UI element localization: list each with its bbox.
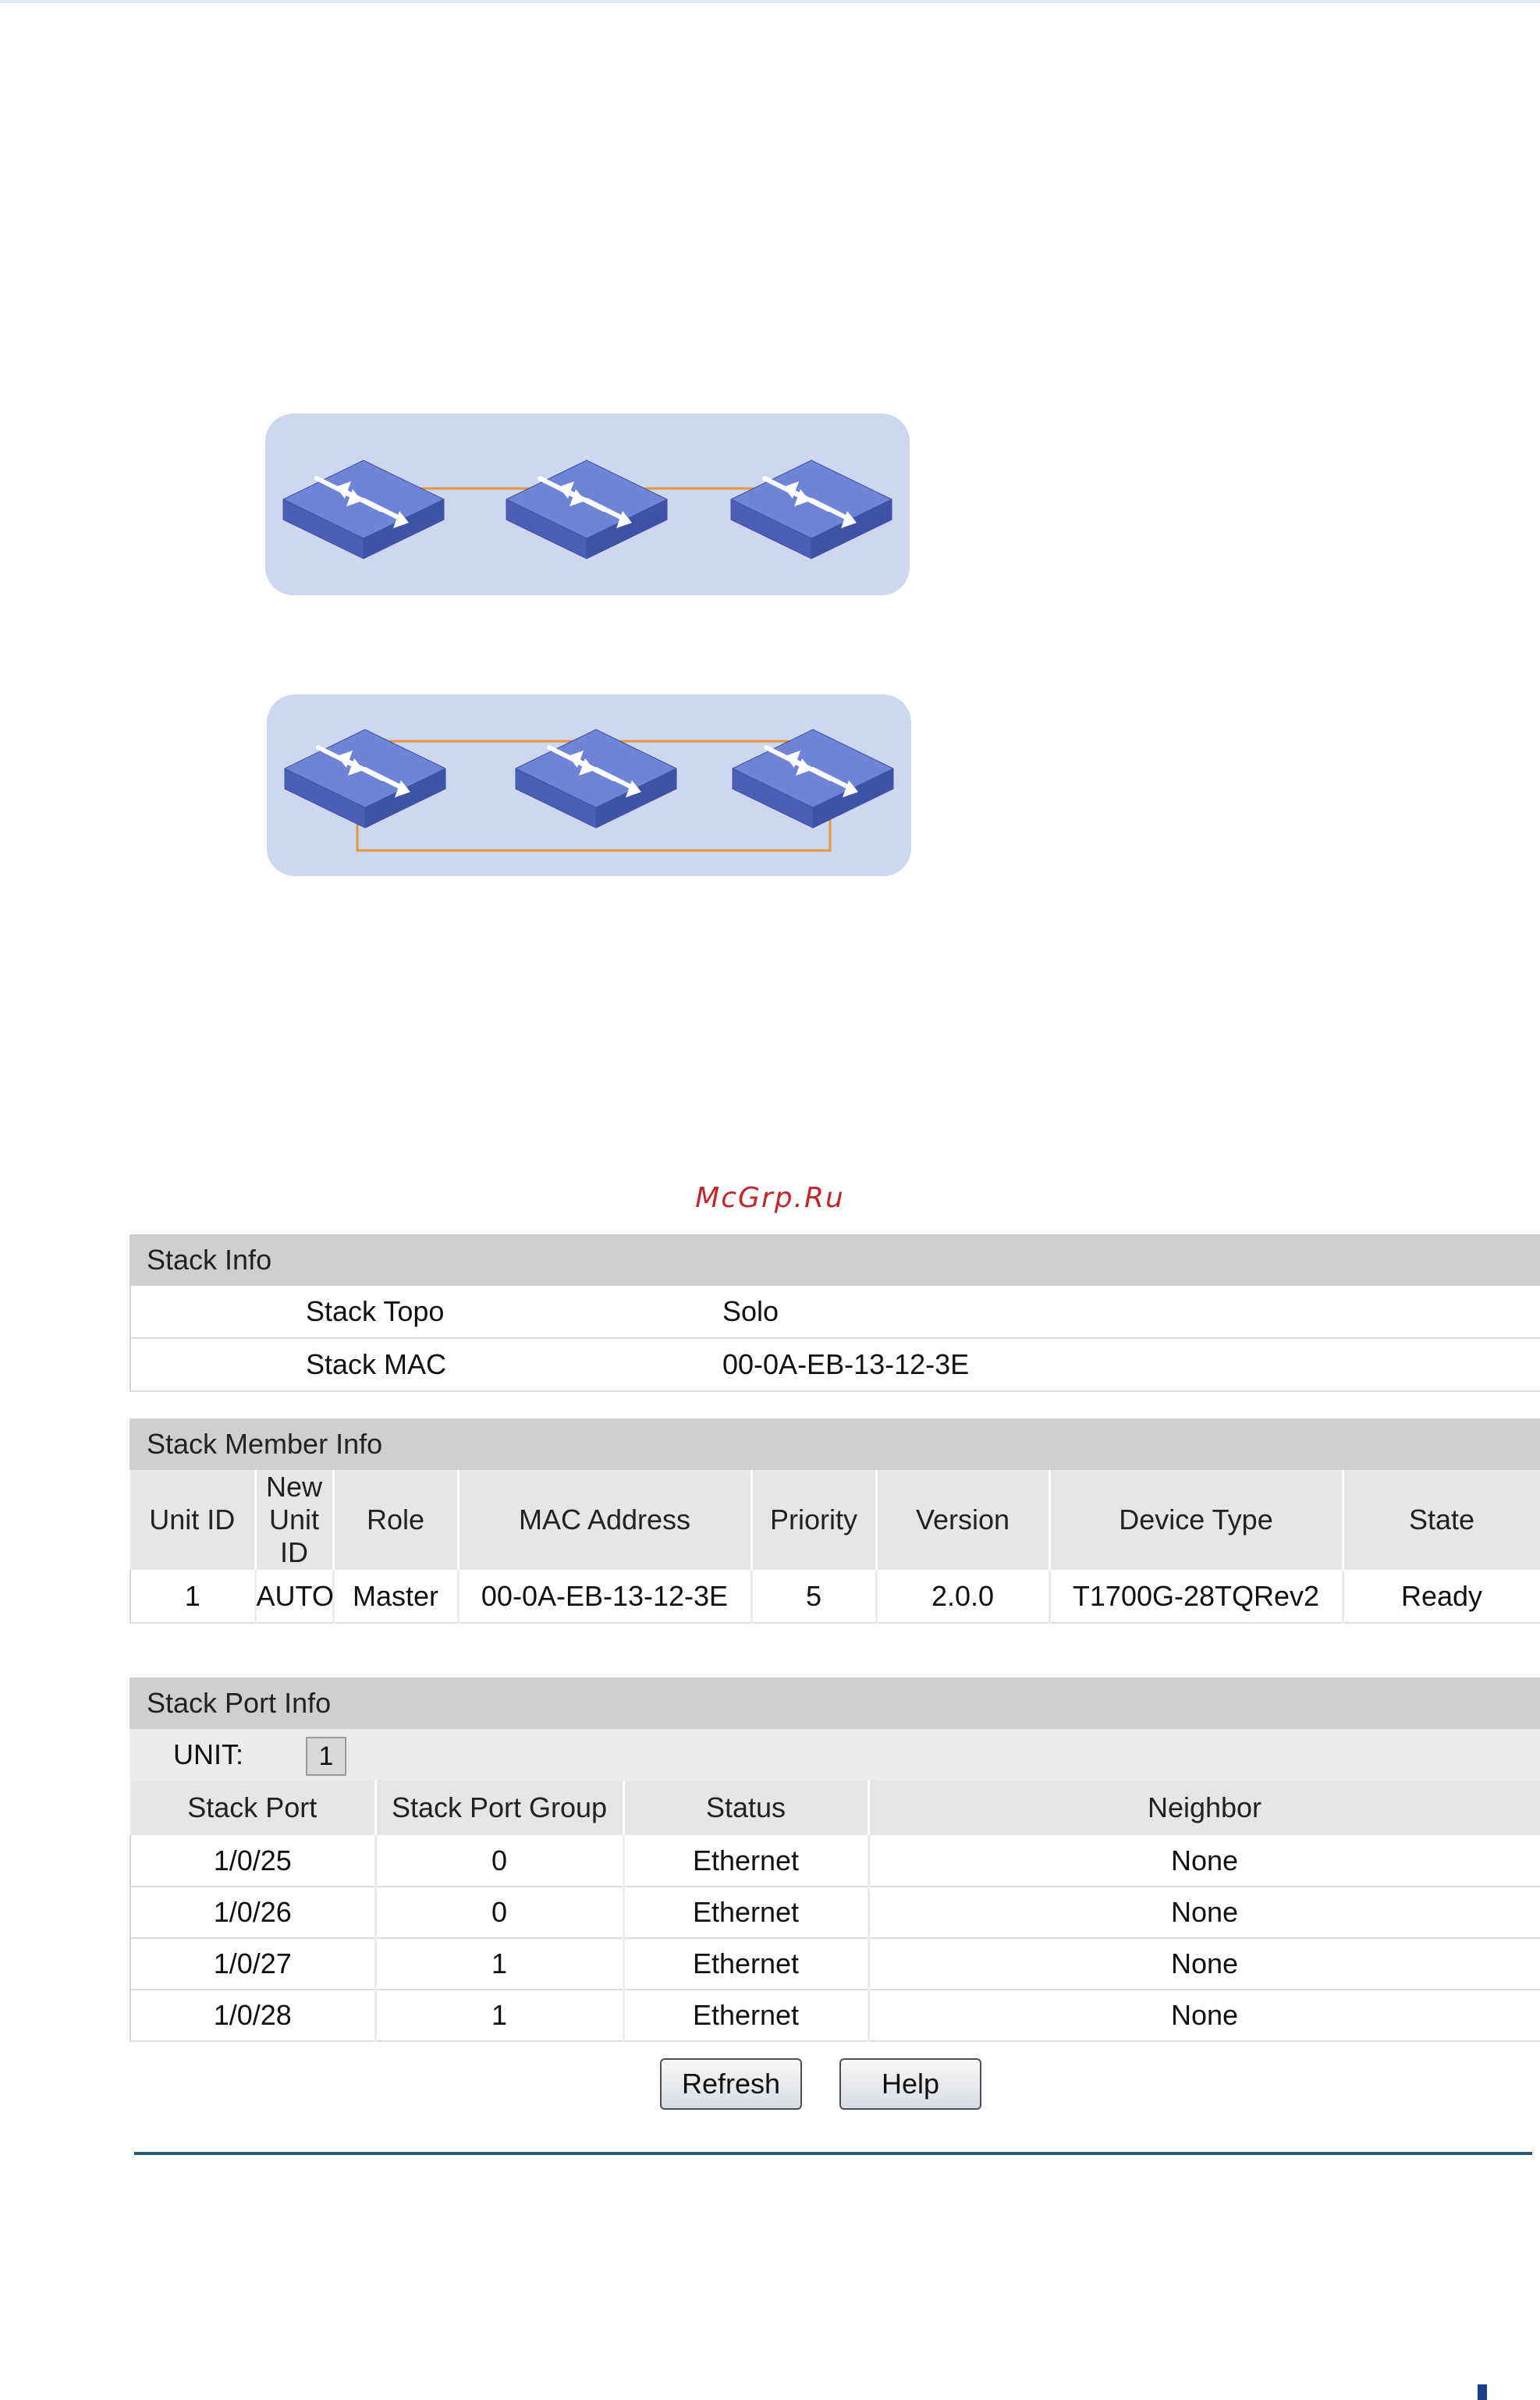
table-cell: Ethernet bbox=[623, 1990, 870, 2042]
stack-info-section: Stack Info Stack Topo Solo Stack MAC 00-… bbox=[130, 1234, 1540, 1392]
refresh-button[interactable]: Refresh bbox=[660, 2058, 802, 2110]
table-cell: 1 bbox=[375, 1990, 625, 2042]
stack-member-info-section: Stack Member Info Unit ID New Unit ID Ro… bbox=[130, 1418, 1540, 1624]
table-cell: 00-0A-EB-13-12-3E bbox=[458, 1570, 753, 1624]
help-button[interactable]: Help bbox=[839, 2058, 981, 2110]
stack-port-info-header: Stack Port Info bbox=[130, 1678, 1540, 1729]
watermark: McGrp.Ru bbox=[695, 1182, 845, 1214]
ring-topology-svg bbox=[284, 729, 894, 852]
unit-button[interactable]: 1 bbox=[306, 1737, 346, 1776]
table-header-row: Unit ID New Unit ID Role MAC Address Pri… bbox=[130, 1470, 1540, 1570]
table-cell: 1/0/25 bbox=[130, 1835, 377, 1887]
table-cell: 0 bbox=[375, 1835, 625, 1887]
table-row: 1/0/26 0 Ethernet None bbox=[130, 1887, 1540, 1939]
stack-mac-value: 00-0A-EB-13-12-3E bbox=[722, 1348, 970, 1380]
network-switch-icon bbox=[506, 460, 668, 559]
table-cell: 0 bbox=[375, 1887, 625, 1939]
table-cell: None bbox=[868, 1835, 1540, 1887]
stack-port-info-section: Stack Port Info UNIT: 1 Stack Port Stack… bbox=[130, 1678, 1540, 2042]
stack-topo-label: Stack Topo bbox=[306, 1295, 445, 1327]
table-row: 1/0/25 0 Ethernet None bbox=[130, 1835, 1540, 1887]
page-marker bbox=[1478, 2384, 1487, 2400]
table-row: 1/0/28 1 Ethernet None bbox=[130, 1990, 1540, 2042]
table-cell: Ethernet bbox=[623, 1938, 870, 1990]
table-row: 1/0/27 1 Ethernet None bbox=[130, 1938, 1540, 1990]
table-cell: Ethernet bbox=[623, 1835, 870, 1887]
network-switch-icon bbox=[515, 729, 677, 829]
table-cell: None bbox=[868, 1887, 1540, 1939]
column-header: Version bbox=[876, 1470, 1051, 1570]
stack-mac-row: Stack MAC 00-0A-EB-13-12-3E bbox=[130, 1339, 1540, 1392]
column-header: Status bbox=[623, 1780, 870, 1835]
column-header: Priority bbox=[751, 1470, 878, 1570]
column-header: New Unit ID bbox=[255, 1470, 335, 1570]
column-header: Stack Port Group bbox=[375, 1780, 625, 1835]
column-header: Role bbox=[333, 1470, 460, 1570]
unit-label: UNIT: bbox=[173, 1738, 243, 1770]
table-cell: Master bbox=[333, 1570, 460, 1624]
stack-topo-value: Solo bbox=[722, 1295, 779, 1327]
button-row: Refresh Help bbox=[0, 2058, 1540, 2110]
table-cell: 1/0/27 bbox=[130, 1938, 377, 1990]
column-header: Unit ID bbox=[130, 1470, 257, 1570]
table-cell: 5 bbox=[751, 1570, 878, 1624]
table-cell: 1 bbox=[375, 1938, 625, 1990]
bottom-rule bbox=[134, 2152, 1532, 2155]
ring-topology-diagram bbox=[267, 694, 911, 876]
top-rule bbox=[0, 0, 1540, 3]
column-header: Device Type bbox=[1049, 1470, 1344, 1570]
table-cell: 1 bbox=[130, 1570, 257, 1624]
table-cell: 1/0/28 bbox=[130, 1990, 377, 2042]
table-cell: 1/0/26 bbox=[130, 1887, 377, 1939]
table-cell: T1700G-28TQRev2 bbox=[1049, 1570, 1344, 1624]
table-cell: None bbox=[868, 1990, 1540, 2042]
column-header: Stack Port bbox=[130, 1780, 377, 1835]
table-cell: Ethernet bbox=[623, 1887, 870, 1939]
chain-topology-diagram bbox=[265, 414, 910, 595]
table-cell: Ready bbox=[1343, 1570, 1540, 1624]
new-unit-id-header: New Unit ID bbox=[265, 1471, 323, 1568]
table-row: 1 AUTO Master 00-0A-EB-13-12-3E 5 2.0.0 … bbox=[130, 1570, 1540, 1624]
stack-info-header: Stack Info bbox=[130, 1234, 1540, 1286]
chain-topology-svg bbox=[282, 460, 892, 559]
stack-member-info-header: Stack Member Info bbox=[130, 1418, 1540, 1470]
column-header: State bbox=[1343, 1470, 1540, 1570]
stack-mac-label: Stack MAC bbox=[306, 1348, 447, 1380]
stack-member-table: Unit ID New Unit ID Role MAC Address Pri… bbox=[130, 1470, 1540, 1624]
unit-selector-row: UNIT: 1 bbox=[130, 1729, 1540, 1780]
column-header: Neighbor bbox=[868, 1780, 1540, 1835]
network-switch-icon bbox=[732, 729, 894, 829]
stack-port-table: Stack Port Stack Port Group Status Neigh… bbox=[130, 1780, 1540, 2042]
table-header-row: Stack Port Stack Port Group Status Neigh… bbox=[130, 1780, 1540, 1835]
table-cell: AUTO bbox=[255, 1570, 335, 1624]
table-cell: 2.0.0 bbox=[876, 1570, 1051, 1624]
column-header: MAC Address bbox=[458, 1470, 753, 1570]
table-cell: None bbox=[868, 1938, 1540, 1990]
network-switch-icon bbox=[730, 460, 892, 559]
stack-topo-row: Stack Topo Solo bbox=[130, 1286, 1540, 1339]
network-switch-icon bbox=[282, 460, 445, 559]
network-switch-icon bbox=[284, 729, 446, 829]
